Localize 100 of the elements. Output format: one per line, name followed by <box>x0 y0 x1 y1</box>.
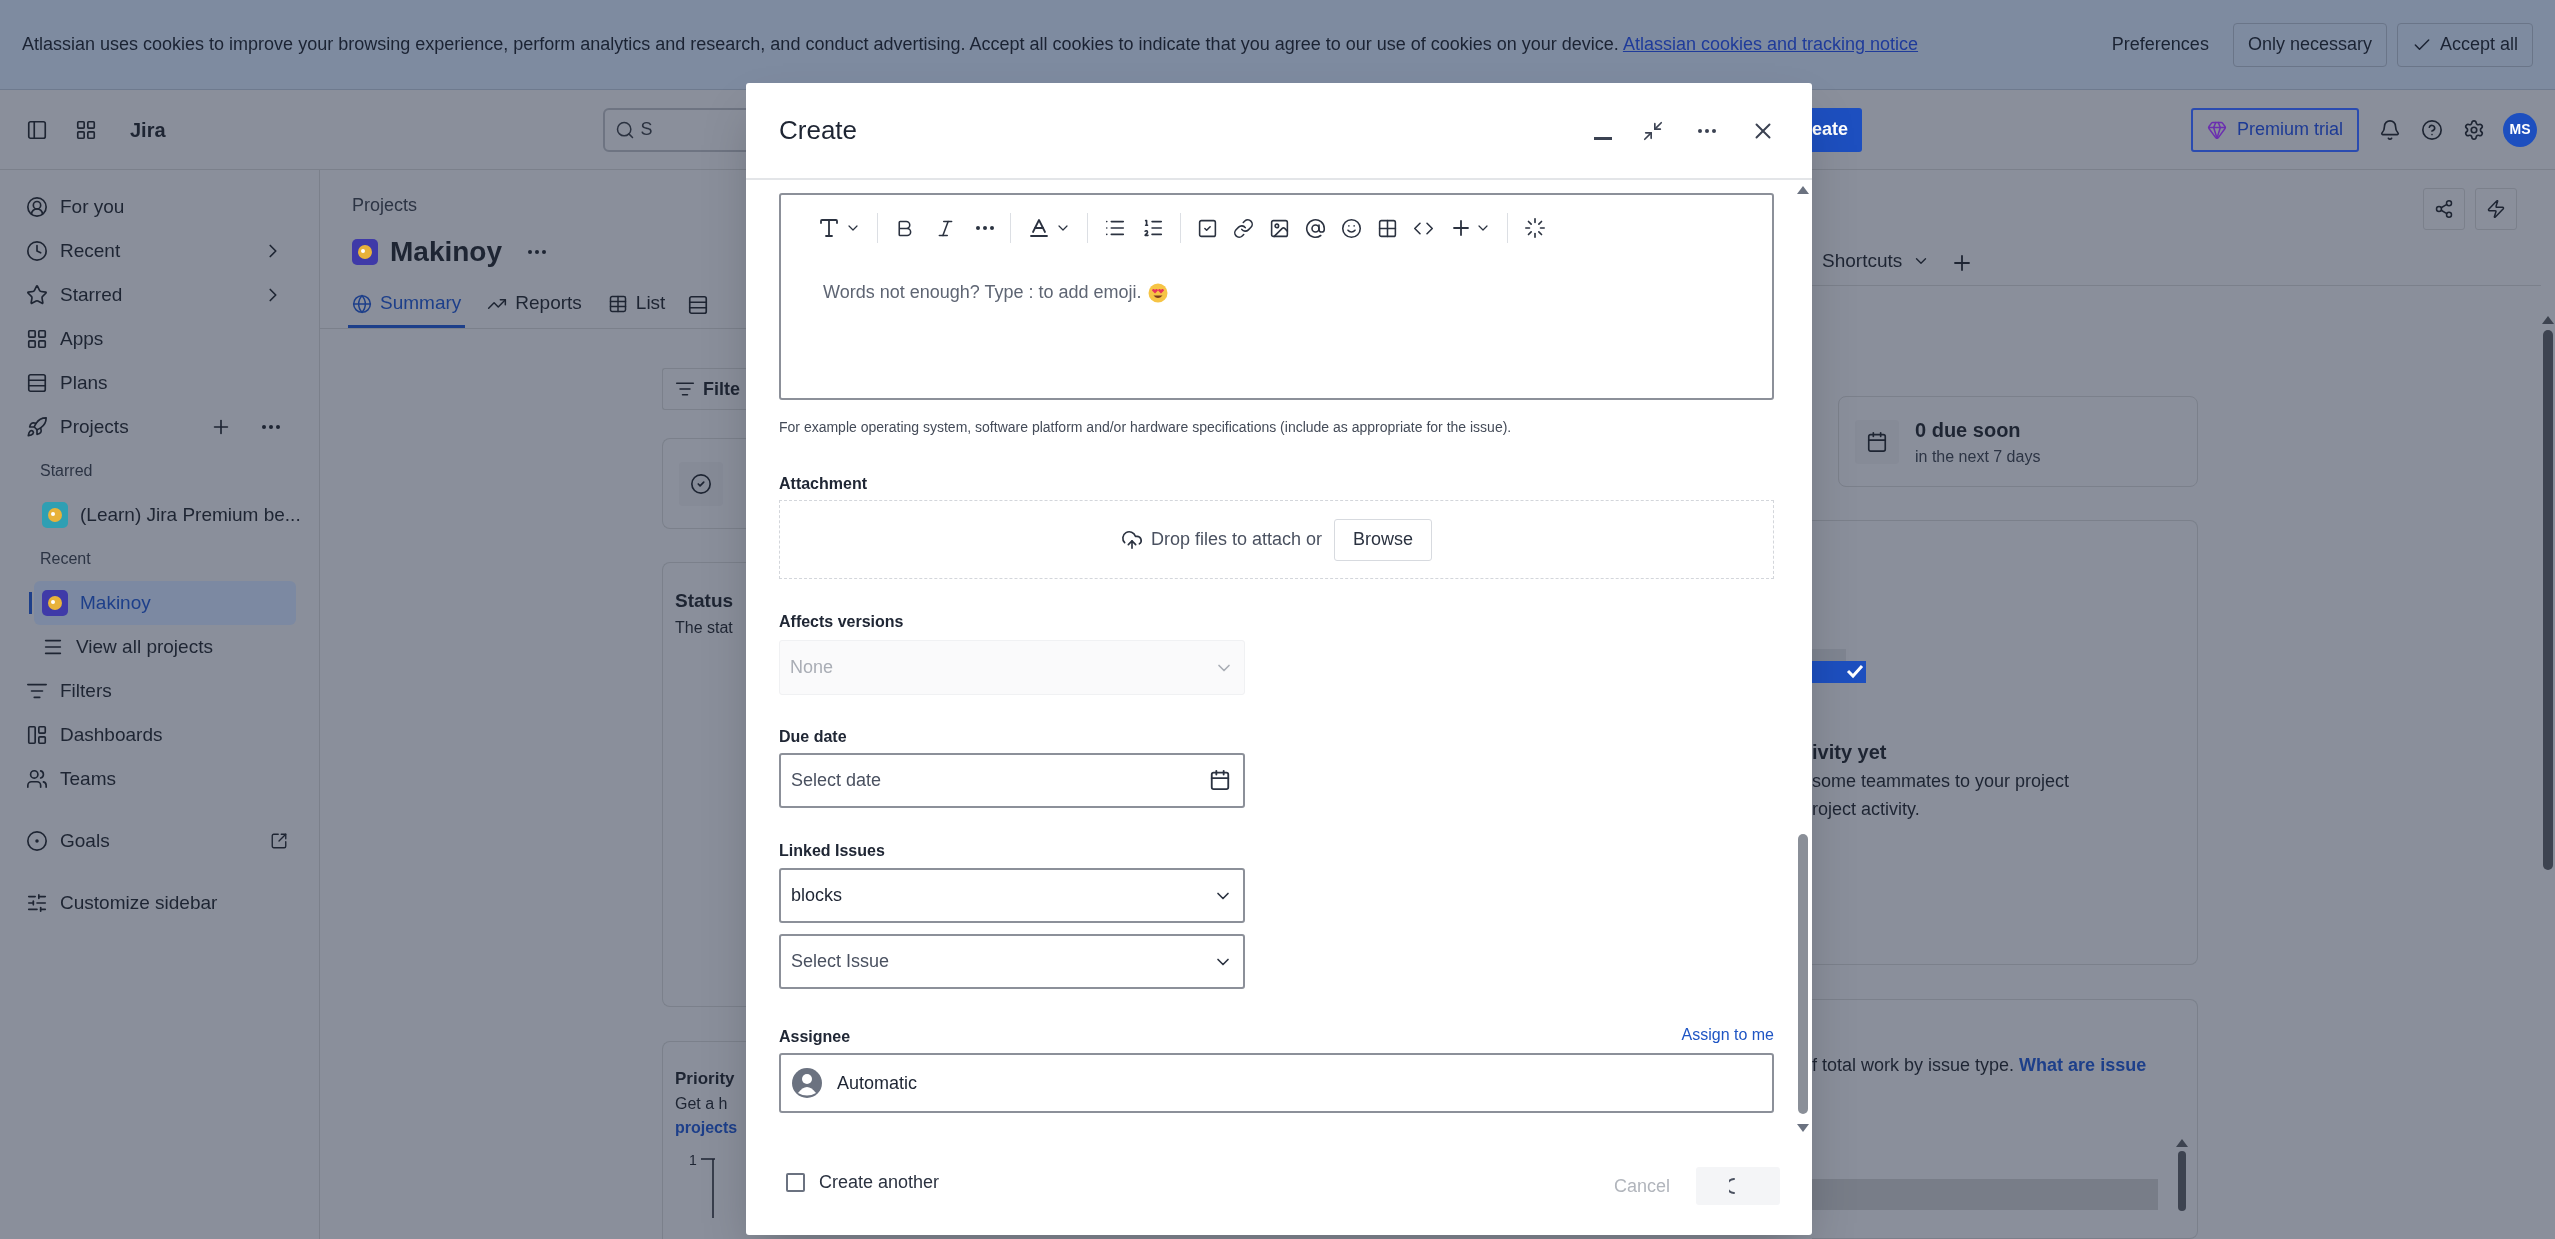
cookie-message: Atlassian uses cookies to improve your browsing experience, perform analytics and research, and conduct advertising. Accept all cookies to indicate that you agree to our use of cookies on your device. Atlassian cookies and tracking notice <box>22 33 1919 56</box>
table-icon <box>607 293 628 314</box>
sidebar-item[interactable]: For you <box>16 185 296 229</box>
more-icon <box>262 425 280 429</box>
sparkle-icon <box>1524 217 1546 239</box>
field-label: Due date <box>779 727 848 747</box>
table-button[interactable] <box>1377 217 1398 239</box>
card-subtitle: in the next 7 days <box>1915 446 2041 467</box>
smiley-icon <box>1341 217 1362 239</box>
accept-all-button[interactable]: Accept all <box>2396 22 2533 67</box>
scroll-down-icon <box>1797 1124 1809 1132</box>
sidebar-item[interactable]: Recent <box>16 229 296 273</box>
sidebar-item[interactable]: Filters <box>16 669 296 713</box>
text-icon <box>817 216 841 240</box>
attachment-dropzone[interactable]: Drop files to attach or Browse <box>779 500 1774 579</box>
numbered-list-button[interactable] <box>1142 217 1164 239</box>
browse-button[interactable]: Browse <box>1334 518 1433 561</box>
bell-icon <box>2379 118 2401 141</box>
field-label: Assignee <box>779 1027 851 1047</box>
emoji-button[interactable] <box>1341 217 1362 239</box>
help-icon <box>2421 118 2443 141</box>
image-icon <box>1269 217 1290 239</box>
card-description: The stat <box>675 617 733 638</box>
editor-placeholder: Words not enough? Type : to add emoji. <box>823 281 1142 304</box>
dashboard-icon <box>26 724 48 746</box>
project-avatar-icon <box>352 239 378 265</box>
only-necessary-button[interactable]: Only necessary <box>2232 22 2387 67</box>
share-icon <box>2434 199 2454 219</box>
link-type-select[interactable]: blocks <box>779 868 1245 923</box>
automation-button[interactable] <box>2475 188 2517 230</box>
numbered-list-icon <box>1142 217 1164 239</box>
cookie-notice-link[interactable]: Atlassian cookies and tracking notice <box>1622 34 1919 54</box>
apps-grid-icon <box>75 118 97 141</box>
link-button[interactable] <box>1233 217 1254 239</box>
filter-button[interactable]: Filte <box>662 368 746 410</box>
timeline-icon <box>687 294 710 316</box>
sidebar-item[interactable]: Teams <box>16 757 296 801</box>
scroll-up-icon <box>1797 186 1809 194</box>
description-editor[interactable]: Words not enough? Type : to add emoji. <box>779 193 1774 400</box>
card-description: roject activity. <box>1812 798 1921 821</box>
field-label: Attachment <box>779 474 868 494</box>
share-button[interactable] <box>2423 188 2465 230</box>
checkbox-list-button[interactable] <box>1197 217 1218 239</box>
heart-eyes-emoji-icon <box>1147 282 1168 303</box>
card-title: Priority <box>675 1068 735 1090</box>
chart-axis-drawing <box>700 1157 715 1218</box>
create-another-checkbox[interactable] <box>786 1172 805 1192</box>
apps-icon <box>26 328 48 350</box>
sidebar-item[interactable]: Makinoy <box>34 581 296 625</box>
project-title: Makinoy <box>390 235 503 269</box>
scrollbar-thumb[interactable] <box>1798 834 1808 1114</box>
dialog-title: Create <box>779 114 858 147</box>
shortcuts-tab[interactable]: Shortcuts <box>1822 239 1931 286</box>
premium-trial-button[interactable]: Premium trial <box>2191 107 2359 152</box>
collapse-icon <box>1642 119 1664 142</box>
user-avatar[interactable]: MS <box>2503 112 2537 147</box>
section-label: Starred <box>40 461 93 481</box>
sidebar-item[interactable]: Dashboards <box>16 713 296 757</box>
project-tab[interactable]: Summary <box>348 282 466 328</box>
sidebar-item[interactable]: Plans <box>16 361 296 405</box>
text-color-icon <box>1027 216 1051 240</box>
star-icon <box>26 284 48 306</box>
sliders-icon <box>26 892 48 914</box>
card-link[interactable]: What are issue <box>2019 1055 2147 1075</box>
project-tab[interactable]: List <box>603 282 670 328</box>
checkbox-icon <box>1197 217 1218 239</box>
create-issue-button[interactable]: eate <box>1812 107 1862 152</box>
dropzone-text: Drop files to attach or <box>1150 528 1323 551</box>
link-icon <box>1233 217 1254 239</box>
gem-icon <box>2207 119 2227 140</box>
clock-icon <box>26 240 48 262</box>
issue-select[interactable]: Select Issue <box>779 934 1245 989</box>
assign-to-me-link[interactable]: Assign to me <box>1681 1023 1774 1047</box>
date-field[interactable]: Select date <box>779 753 1245 808</box>
project-tab[interactable]: Reports <box>483 282 586 328</box>
field-label: Affects versions <box>779 612 905 632</box>
assignee-field[interactable]: Automatic <box>779 1053 1774 1113</box>
mention-button[interactable] <box>1305 217 1326 239</box>
user-icon <box>26 196 48 218</box>
card-description: f total work by issue type. What are issue <box>1812 1054 2148 1077</box>
rocket-icon <box>26 416 48 438</box>
sidebar-item[interactable]: Starred <box>16 273 296 317</box>
calendar-icon <box>1866 430 1888 453</box>
card-link[interactable]: projects <box>675 1115 738 1140</box>
card-description: some teammates to your project <box>1812 770 2071 793</box>
image-button[interactable] <box>1269 217 1290 239</box>
check-circle-icon <box>690 472 712 495</box>
filter-icon <box>675 379 695 399</box>
sidebar-item[interactable]: View all projects <box>34 625 296 669</box>
preferences-button[interactable]: Preferences <box>2097 22 2223 67</box>
sidebar-item[interactable]: Customize sidebar <box>16 881 296 925</box>
more-icon <box>528 250 547 254</box>
sidebar-item[interactable]: Goals <box>16 819 296 863</box>
ai-button[interactable] <box>1524 217 1546 239</box>
sidebar-item[interactable]: Projects <box>16 405 296 449</box>
sidebar-item[interactable]: Apps <box>16 317 296 361</box>
breadcrumb: Projects <box>352 195 418 215</box>
card-scrollbar[interactable] <box>2176 1139 2188 1211</box>
more-icon <box>976 226 994 230</box>
search-icon <box>614 119 635 140</box>
